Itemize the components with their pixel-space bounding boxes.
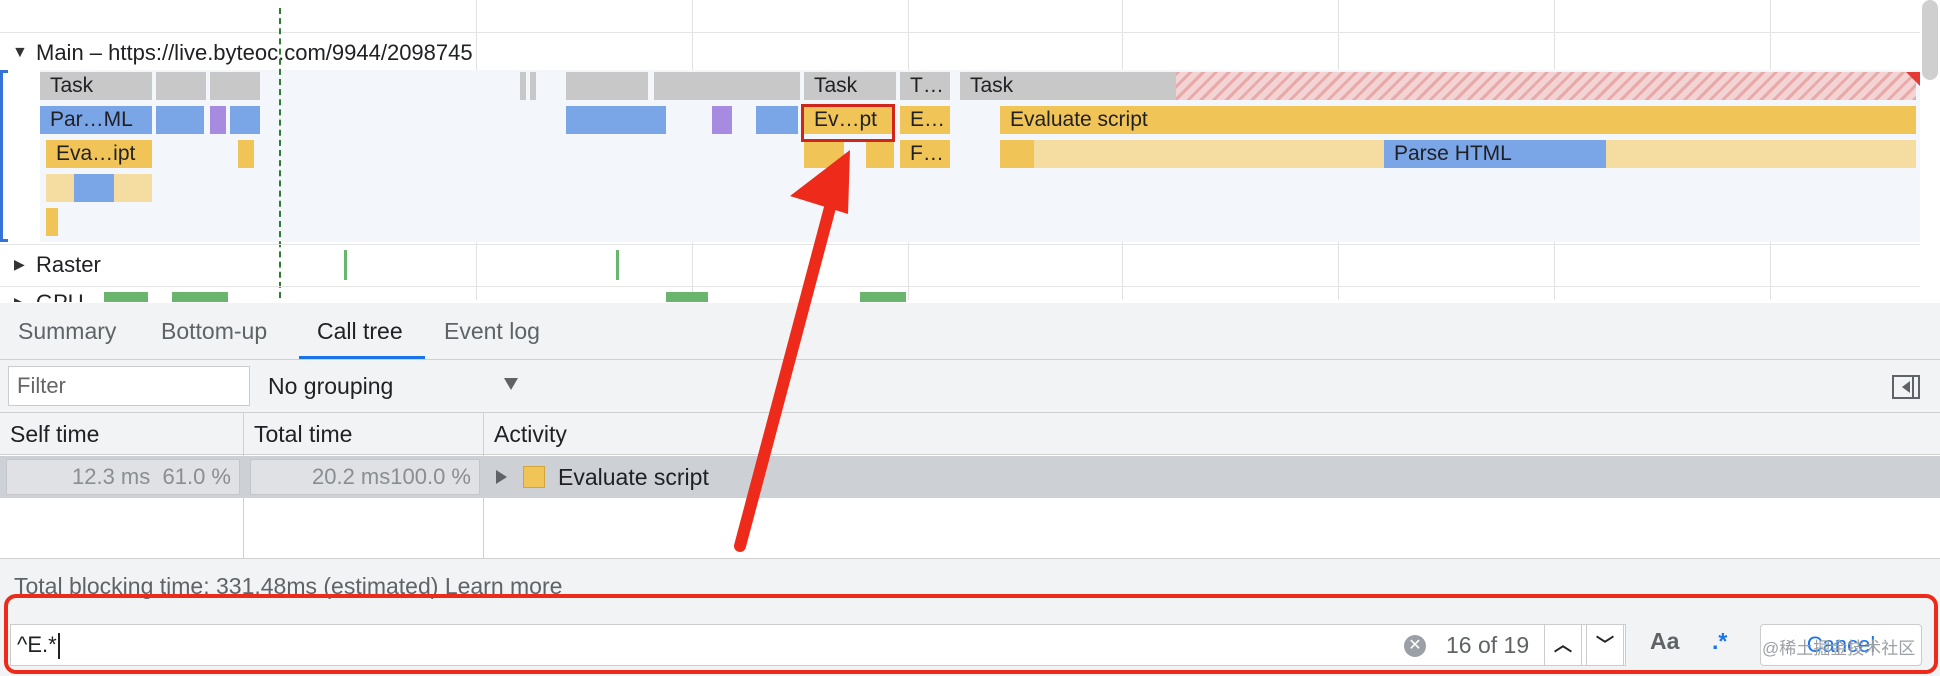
arrow-shaft — [734, 194, 838, 552]
arrow-head — [790, 150, 850, 214]
annotation-arrow — [734, 150, 850, 552]
